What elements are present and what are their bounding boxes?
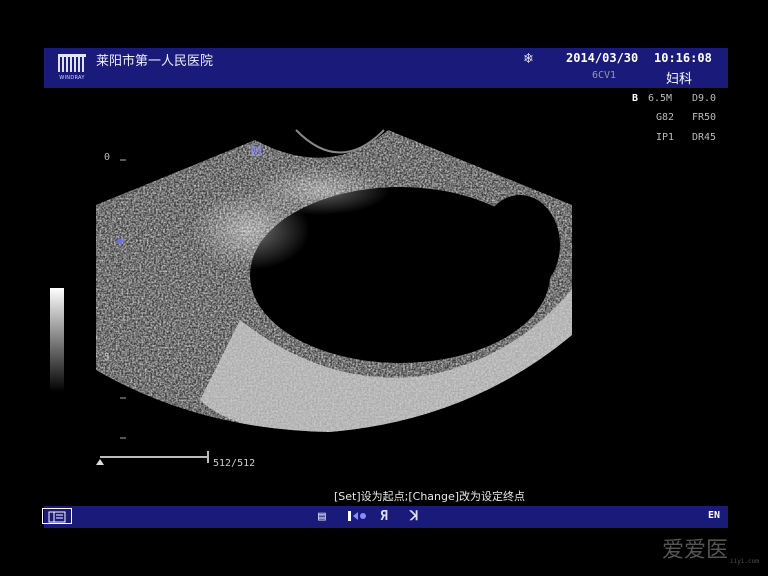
depth-value: D9.0 <box>692 93 717 104</box>
instruction-hint: [Set]设为起点;[Change]改为设定终点 <box>334 490 526 503</box>
marker-icon[interactable] <box>346 509 368 527</box>
top-info-bar: WINDRAY 莱阳市第一人民医院 ❄ 2014/03/30 10:16:08 … <box>44 48 728 88</box>
hospital-name: 莱阳市第一人民医院 <box>96 54 214 69</box>
gain-value: G82 <box>656 112 675 123</box>
cine-scrollbar[interactable] <box>100 456 208 458</box>
l-icon[interactable]: ꓘ <box>410 509 419 524</box>
watermark-url: iiyi.com <box>730 558 759 565</box>
probe-label: 6CV1 <box>592 70 617 81</box>
frequency-value: 6.5M <box>648 93 673 104</box>
mode-label: B <box>632 93 639 104</box>
panel-icon[interactable] <box>42 508 72 524</box>
orientation-marker: M <box>250 144 262 160</box>
input-mode-indicator[interactable]: EN <box>708 510 720 521</box>
snowflake-icon[interactable]: ❄ <box>524 49 533 67</box>
cine-frame-counter: 512/512 <box>213 458 256 469</box>
exam-date: 2014/03/30 <box>566 51 639 65</box>
r-icon[interactable]: Я <box>380 509 388 524</box>
department-label: 妇科 <box>666 72 693 87</box>
depth-tick-0: 0 <box>104 152 111 163</box>
cine-start-marker[interactable] <box>96 459 104 465</box>
depth-tick-5: 5 <box>104 352 111 363</box>
dynamic-range-value: DR45 <box>692 132 717 143</box>
report-icon[interactable]: ▤ <box>318 509 326 524</box>
frame-rate-value: FR50 <box>692 112 717 123</box>
image-process-value: IP1 <box>656 132 675 143</box>
windray-logo: WINDRAY <box>54 52 90 84</box>
watermark-logo: 爱爱医 <box>662 538 729 563</box>
exam-time: 10:16:08 <box>654 51 712 65</box>
bottom-toolbar: ▤ Я ꓘ EN <box>42 506 728 528</box>
grayscale-bar <box>50 288 64 392</box>
cine-end-marker[interactable] <box>207 451 209 463</box>
